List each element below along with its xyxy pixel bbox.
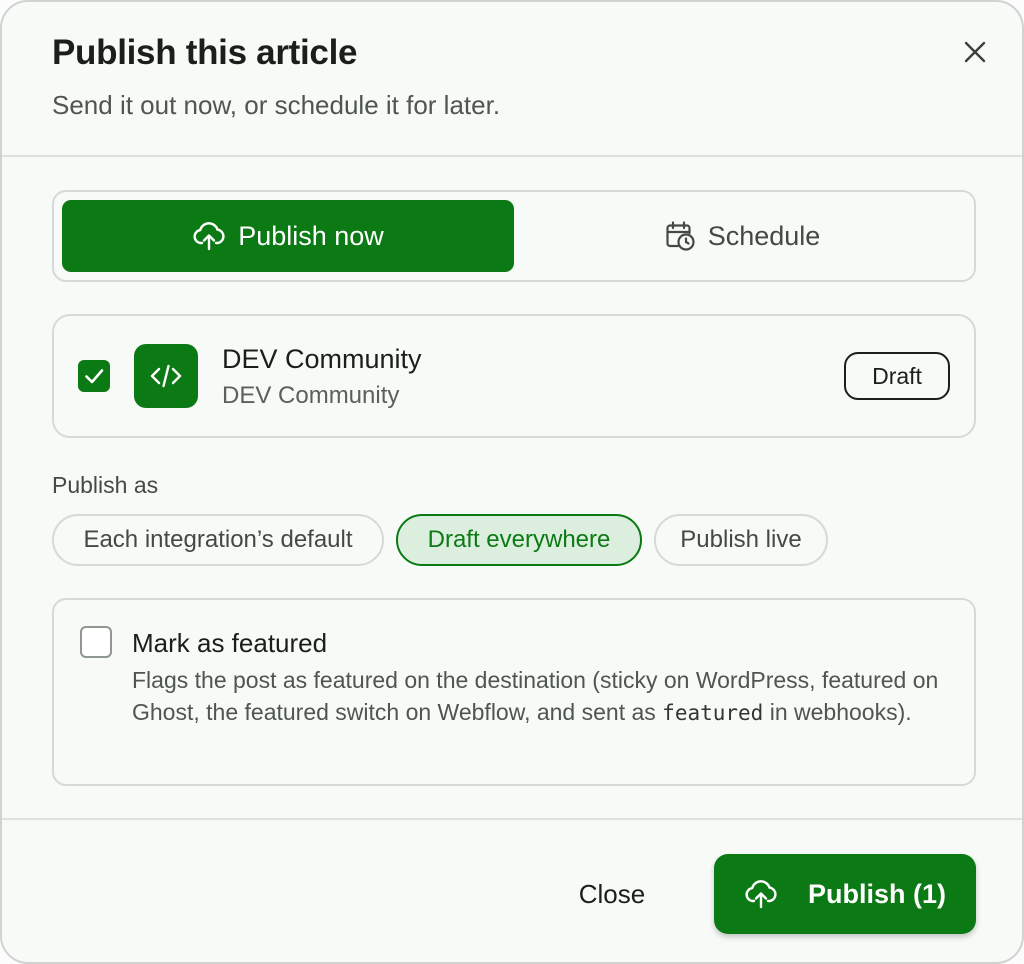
integration-logo [134,344,198,408]
publish-button-label: Publish (1) [807,878,946,909]
featured-title: Mark as featured [132,628,328,658]
calendar-clock-icon [666,221,695,251]
dialog-title: Publish this article [52,33,358,72]
publish-dialog: Publish this article Send it out now, or… [0,0,1024,964]
featured-option-card: Mark as featured Flags the post as featu… [52,598,976,786]
publish-mode-toggle: Publish now Schedule [52,190,976,282]
integration-subtitle: DEV Community [222,382,400,409]
featured-checkbox[interactable] [80,626,112,658]
featured-desc-code: featured [662,701,764,725]
close-dialog-button[interactable] [957,34,993,70]
cloud-upload-icon [193,222,225,251]
publish-now-label: Publish now [238,220,384,251]
schedule-button[interactable]: Schedule [516,200,968,272]
close-icon [964,41,986,63]
featured-description: Flags the post as featured on the destin… [132,664,960,729]
publish-now-button[interactable]: Publish now [62,200,514,272]
integration-name: DEV Community [222,344,422,374]
publish-as-option-draft-everywhere[interactable]: Draft everywhere [396,514,642,566]
publish-button[interactable]: Publish (1) [714,854,976,934]
dialog-footer: Close Publish (1) [2,818,1022,962]
publish-as-option-publish-live[interactable]: Publish live [654,514,828,566]
featured-desc-text-end: in webhooks). [763,699,912,725]
schedule-label: Schedule [707,220,821,251]
publish-as-option-default[interactable]: Each integration’s default [52,514,384,566]
cloud-upload-icon [745,880,777,909]
dialog-subtitle: Send it out now, or schedule it for late… [52,90,501,120]
integration-checkbox[interactable] [78,360,110,392]
dialog-header: Publish this article Send it out now, or… [2,2,1022,157]
integration-card-dev-community: DEV Community DEV Community Draft [52,314,976,438]
close-button[interactable]: Close [552,864,672,924]
checkmark-icon [85,369,104,384]
code-icon [150,364,182,388]
publish-as-label: Publish as [52,472,159,498]
integration-status-badge[interactable]: Draft [844,352,950,400]
